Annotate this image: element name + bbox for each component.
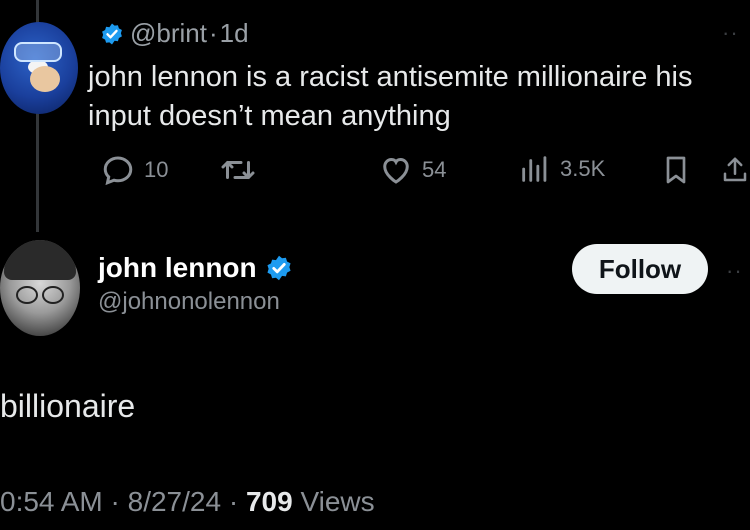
like-action[interactable]: 54 xyxy=(378,152,446,188)
share-action[interactable] xyxy=(720,152,750,188)
parent-actions: 10 54 3.5K xyxy=(100,152,750,192)
tweet-views-label: Views xyxy=(300,486,375,517)
verified-icon xyxy=(102,23,122,44)
reply-icon xyxy=(103,156,133,186)
parent-header: @brint · 1d xyxy=(100,18,249,49)
bookmark-icon xyxy=(666,156,686,184)
parent-handle[interactable]: @brint xyxy=(130,18,207,49)
follow-button[interactable]: Follow xyxy=(572,244,708,294)
bookmark-action[interactable] xyxy=(660,152,692,188)
reply-count: 10 xyxy=(144,157,169,182)
views-icon xyxy=(522,156,547,182)
meta-separator: · xyxy=(228,486,239,517)
parent-separator: · xyxy=(208,18,218,48)
parent-avatar[interactable] xyxy=(0,22,78,114)
share-icon xyxy=(723,157,747,182)
reply-tweet-text: billionaire xyxy=(0,388,136,424)
more-icon[interactable]: ·· xyxy=(722,20,739,46)
like-icon xyxy=(383,157,409,184)
tweet-date[interactable]: 8/27/24 xyxy=(128,486,221,517)
parent-tweet-text: john lennon is a racist antisemite milli… xyxy=(88,61,693,132)
more-icon[interactable]: ·· xyxy=(726,258,743,284)
retweet-action[interactable] xyxy=(218,152,258,188)
tweet-time[interactable]: 0:54 AM xyxy=(0,486,103,517)
parent-time[interactable]: 1d xyxy=(220,18,249,49)
views-count: 3.5K xyxy=(560,156,606,181)
reply-handle[interactable]: @johnonolennon xyxy=(98,288,280,316)
avatar-face xyxy=(30,66,60,92)
avatar-glasses xyxy=(14,286,66,304)
tweet-meta: 0:54 AM · 8/27/24 · 709 Views xyxy=(0,486,375,518)
reply-action[interactable]: 10 xyxy=(100,152,168,188)
reply-avatar[interactable] xyxy=(0,240,80,336)
reply-author[interactable]: john lennon xyxy=(98,252,293,284)
avatar-sunglasses xyxy=(14,42,62,62)
verified-icon xyxy=(267,255,291,281)
reply-name[interactable]: john lennon xyxy=(98,252,257,284)
meta-separator: · xyxy=(110,486,120,517)
retweet-icon xyxy=(221,161,255,179)
tweet-views-count: 709 xyxy=(245,486,293,517)
avatar-hair xyxy=(4,240,76,280)
like-count: 54 xyxy=(422,157,447,182)
views-action[interactable]: 3.5K xyxy=(518,152,605,186)
